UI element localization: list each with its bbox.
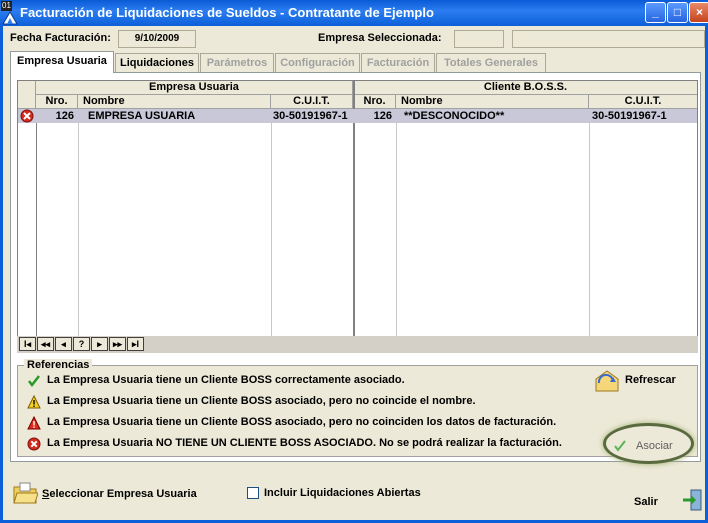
- title-bar[interactable]: 01 Facturación de Liquidaciones de Sueld…: [0, 0, 708, 26]
- group-header-cliente: Cliente B.O.S.S.: [354, 81, 697, 95]
- tab-configuracion[interactable]: Configuración: [275, 53, 360, 72]
- row-emp-nro: 126: [55, 110, 74, 122]
- fecha-field[interactable]: 9/10/2009: [118, 30, 196, 48]
- empresa-code-field[interactable]: [454, 30, 504, 48]
- col-header-cli-nombre[interactable]: Nombre: [396, 95, 589, 109]
- record-navigator: I◂ ◂◂ ◂ ? ▸ ▸▸ ▸I: [17, 336, 698, 353]
- warning-yellow-icon: [27, 395, 41, 409]
- app-icon: [2, 11, 18, 25]
- col-header-emp-nro[interactable]: Nro.: [36, 95, 78, 109]
- seleccionar-empresa-button[interactable]: Seleccionar Empresa Usuaria: [42, 488, 197, 500]
- maximize-button[interactable]: □: [667, 2, 688, 23]
- col-header-cli-nro[interactable]: Nro.: [354, 95, 396, 109]
- window-title: Facturación de Liquidaciones de Sueldos …: [20, 5, 434, 20]
- referencia-nombre: La Empresa Usuaria tiene un Cliente BOSS…: [47, 395, 476, 407]
- row-cli-cuit: 30-50191967-1: [592, 110, 667, 122]
- col-header-cli-cuit[interactable]: C.U.I.T.: [589, 95, 697, 109]
- close-button[interactable]: ×: [689, 2, 708, 23]
- nav-prev-page-button[interactable]: ◂◂: [37, 337, 54, 351]
- row-emp-cuit: 30-50191967-1: [273, 110, 348, 122]
- nav-last-button[interactable]: ▸I: [127, 337, 144, 351]
- refresh-icon[interactable]: [593, 367, 621, 393]
- incluir-liquidaciones-label[interactable]: Incluir Liquidaciones Abiertas: [264, 487, 421, 499]
- row-status-error-icon: [20, 109, 34, 123]
- tab-liquidaciones[interactable]: Liquidaciones: [115, 53, 199, 72]
- minimize-button[interactable]: _: [645, 2, 666, 23]
- nav-prev-button[interactable]: ◂: [55, 337, 72, 351]
- row-cli-nro: 126: [373, 110, 392, 122]
- col-header-emp-nombre[interactable]: Nombre: [78, 95, 271, 109]
- referencia-sin-cliente: La Empresa Usuaria NO TIENE UN CLIENTE B…: [47, 437, 562, 449]
- indicator-header: [18, 81, 36, 109]
- incluir-liquidaciones-checkbox[interactable]: [247, 487, 259, 499]
- nav-first-button[interactable]: I◂: [19, 337, 36, 351]
- warning-red-icon: [27, 416, 41, 430]
- exit-door-icon[interactable]: [681, 488, 703, 512]
- tab-facturacion[interactable]: Facturación: [361, 53, 435, 72]
- row-emp-nombre: EMPRESA USUARIA: [88, 110, 196, 122]
- col-header-emp-cuit[interactable]: C.U.I.T.: [271, 95, 353, 109]
- fecha-label: Fecha Facturación:: [10, 32, 111, 44]
- empresa-name-field[interactable]: [512, 30, 705, 48]
- refrescar-button[interactable]: Refrescar: [625, 374, 676, 386]
- error-icon: [27, 437, 41, 451]
- row-cli-nombre: **DESCONOCIDO**: [404, 110, 505, 122]
- asociar-check-icon: [614, 440, 626, 452]
- referencia-facturacion: La Empresa Usuaria tiene un Cliente BOSS…: [47, 416, 557, 428]
- referencia-ok: La Empresa Usuaria tiene un Cliente BOSS…: [47, 374, 405, 386]
- group-header-empresa: Empresa Usuaria: [36, 81, 353, 95]
- asociar-button[interactable]: Asociar: [636, 440, 673, 452]
- nav-help-button[interactable]: ?: [73, 337, 90, 351]
- empresa-seleccionada-label: Empresa Seleccionada:: [318, 32, 442, 44]
- nav-next-button[interactable]: ▸: [91, 337, 108, 351]
- folder-icon[interactable]: [12, 481, 38, 505]
- nav-next-page-button[interactable]: ▸▸: [109, 337, 126, 351]
- tab-empresa-usuaria[interactable]: Empresa Usuaria: [10, 51, 114, 73]
- window-id-badge: 01: [1, 1, 12, 11]
- tab-totales-generales[interactable]: Totales Generales: [436, 53, 546, 72]
- tab-parametros[interactable]: Parámetros: [200, 53, 274, 72]
- referencias-title: Referencias: [24, 359, 93, 371]
- salir-button[interactable]: Salir: [634, 496, 658, 508]
- check-icon: [28, 375, 40, 388]
